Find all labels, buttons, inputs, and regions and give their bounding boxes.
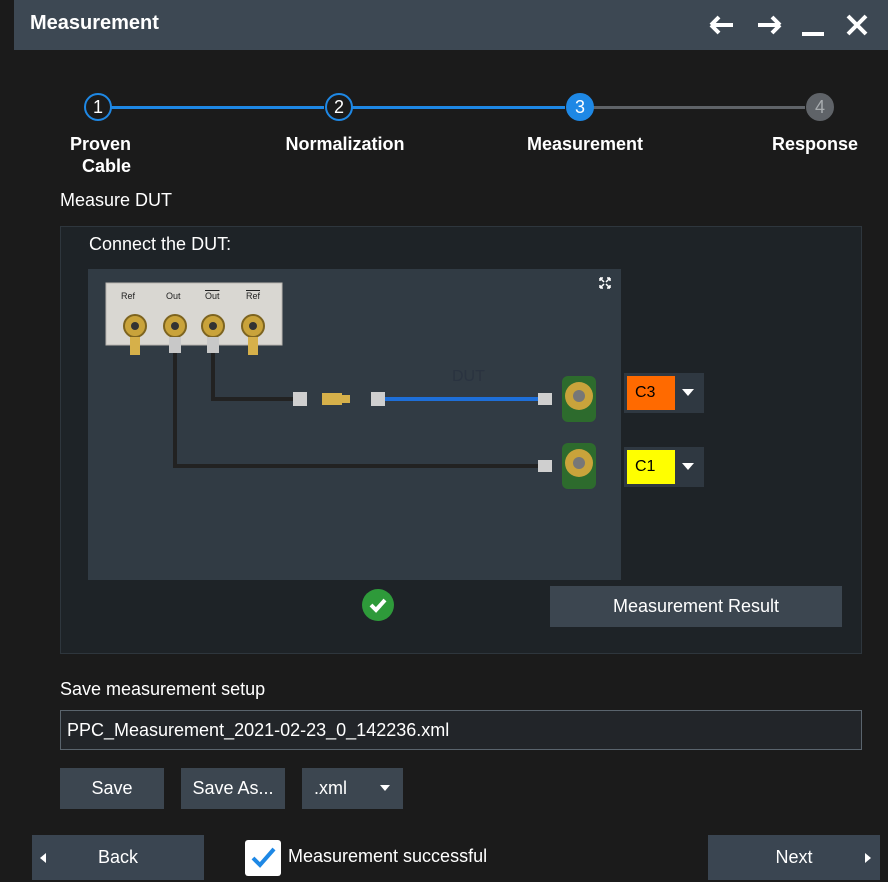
measurement-successful-label: Measurement successful [288, 846, 488, 866]
format-select-value: .xml [314, 778, 347, 798]
chevron-down-icon [380, 785, 390, 791]
caret-right-icon [865, 853, 871, 863]
step-4-label: Response [771, 134, 859, 154]
save-as-button[interactable]: Save As... [181, 768, 285, 809]
step-3-circle[interactable]: 3 [566, 93, 594, 121]
step-3-label: Measurement [526, 134, 644, 154]
connection-diagram: Ref Out Out Ref DUT [88, 269, 621, 580]
channel-select-dut[interactable]: C3 [624, 373, 704, 413]
save-button[interactable]: Save [60, 768, 164, 809]
caret-left-icon [40, 853, 46, 863]
section-title: Measure DUT [60, 190, 173, 210]
step-connector-2-3 [352, 106, 565, 109]
next-button[interactable]: Next [708, 835, 880, 880]
back-button-label: Back [97, 847, 139, 867]
port-label-ref-2: Ref [246, 291, 261, 301]
step-4-circle[interactable]: 4 [806, 93, 834, 121]
chevron-down-icon [682, 389, 694, 396]
channel-swatch: C3 [627, 376, 675, 410]
back-button[interactable]: Back [32, 835, 204, 880]
measurement-successful-checkbox[interactable] [245, 840, 281, 876]
title-bar: Measurement [14, 0, 888, 50]
expand-icon[interactable] [598, 276, 612, 290]
format-select[interactable]: .xml [302, 768, 403, 809]
step-connector-3-4 [593, 106, 805, 109]
check-circle-icon [362, 589, 394, 621]
step-1-circle[interactable]: 1 [84, 93, 112, 121]
next-button-label: Next [775, 847, 813, 867]
step-2-circle[interactable]: 2 [325, 93, 353, 121]
filename-field[interactable]: PPC_Measurement_2021-02-23_0_142236.xml [60, 710, 862, 750]
port-label-ref-1: Ref [121, 291, 136, 301]
step-connector-1-2 [111, 106, 324, 109]
connection-diagram-graphic [105, 282, 596, 489]
measurement-result-button[interactable]: Measurement Result [550, 586, 842, 627]
step-2-label: Normalization [285, 134, 405, 154]
channel-swatch: C1 [627, 450, 675, 484]
arrow-left-icon[interactable] [705, 6, 739, 44]
chevron-down-icon [682, 463, 694, 470]
connect-instruction: Connect the DUT: [89, 234, 232, 254]
channel-select-reference[interactable]: C1 [624, 447, 704, 487]
port-label-out-1: Out [166, 291, 181, 301]
step-1-label: Proven Cable [70, 134, 132, 176]
save-setup-label: Save measurement setup [60, 679, 266, 699]
window-title: Measurement [30, 12, 159, 34]
dut-label: DUT [452, 368, 485, 385]
arrow-right-icon[interactable] [752, 6, 786, 44]
minimize-icon[interactable] [796, 6, 830, 44]
port-label-out-2: Out [205, 291, 220, 301]
close-icon[interactable] [840, 6, 874, 44]
